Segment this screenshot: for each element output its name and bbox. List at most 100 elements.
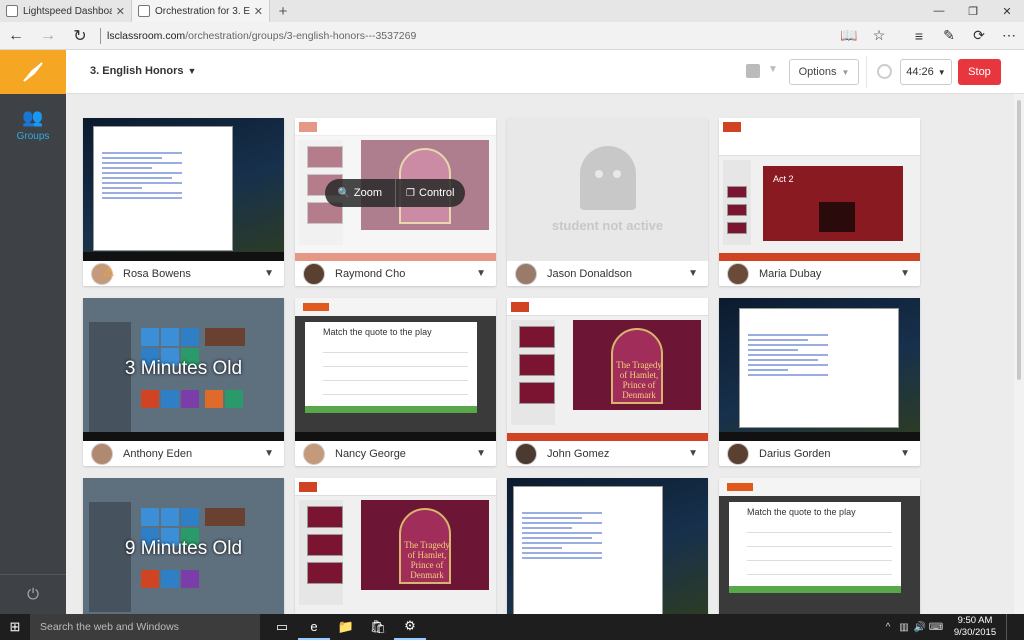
compass-logo-icon xyxy=(23,62,43,82)
divider xyxy=(866,56,867,88)
scrollbar-thumb[interactable] xyxy=(1017,100,1021,380)
lightspeed-logo[interactable] xyxy=(0,50,66,94)
student-name: Jason Donaldson xyxy=(547,267,633,280)
show-desktop-button[interactable] xyxy=(1006,614,1024,640)
screen-thumbnail[interactable] xyxy=(507,478,708,614)
screen-thumbnail[interactable]: The Tragedy of Hamlet, Prince of Denmark xyxy=(507,298,708,441)
quiz-panel-thumbnail: Match the quote to the play xyxy=(729,502,901,592)
browser-window-thumbnail xyxy=(513,486,663,614)
web-note-icon[interactable]: ✎ xyxy=(934,27,964,44)
view-toggle-icon[interactable] xyxy=(746,64,760,78)
screen-thumbnail[interactable]: The Tragedy of Hamlet, Prince of Denmark xyxy=(295,478,496,614)
quiz-title: Match the quote to the play xyxy=(747,507,856,517)
student-card[interactable]: The Tragedy of Hamlet, Prince of Denmark… xyxy=(507,298,708,466)
student-card[interactable]: Act 2 Maria Dubay ▼ xyxy=(719,118,920,286)
options-button[interactable]: Options ▼ xyxy=(789,59,859,85)
restore-icon[interactable]: ❐ xyxy=(956,0,990,22)
chevron-down-icon[interactable]: ▼ xyxy=(264,448,274,459)
screen-thumbnail[interactable]: Match the quote to the play xyxy=(719,478,920,614)
browser-tab-orchestration[interactable]: Orchestration for 3. Engl ✕ xyxy=(132,0,270,22)
avatar xyxy=(303,262,325,285)
hub-icon[interactable]: ≡ xyxy=(904,28,934,44)
screen-thumbnail[interactable] xyxy=(719,298,920,441)
settings-app-icon[interactable]: ⚙ xyxy=(394,614,426,640)
windows-start-icon[interactable]: ⊞ xyxy=(0,614,30,640)
chevron-down-icon[interactable]: ▼ xyxy=(900,268,910,279)
screen-thumbnail[interactable]: Act 2 xyxy=(719,118,920,261)
slide-thumbnail: The Tragedy of Hamlet, Prince of Denmark xyxy=(361,500,489,590)
more-icon[interactable]: ⋯ xyxy=(994,27,1024,44)
student-card[interactable] xyxy=(507,478,708,614)
screen-thumbnail[interactable]: Match the quote to the play xyxy=(295,298,496,441)
stop-button[interactable]: Stop xyxy=(958,59,1001,85)
zoom-label: Zoom xyxy=(353,187,383,199)
screen-thumbnail[interactable]: 9 Minutes Old xyxy=(83,478,284,614)
card-footer: Nancy George ▼ xyxy=(295,441,496,466)
student-card[interactable]: Match the quote to the play Nancy George… xyxy=(295,298,496,466)
screen-thumbnail[interactable]: 3 Minutes Old xyxy=(83,298,284,441)
timer-dropdown[interactable]: 44:26 ▼ xyxy=(900,59,952,85)
store-icon[interactable]: 🛍 xyxy=(362,614,394,640)
clock[interactable]: 9:50 AM 9/30/2015 xyxy=(944,615,1006,639)
stale-screenshot-label: 9 Minutes Old xyxy=(124,538,243,559)
browser-tab-dashboard[interactable]: Lightspeed Dashboard ✕ xyxy=(0,0,132,22)
student-card[interactable]: The Tragedy of Hamlet, Prince of Denmark xyxy=(295,478,496,614)
student-card[interactable]: Darius Gorden ▼ xyxy=(719,298,920,466)
student-name: Darius Gorden xyxy=(759,447,831,460)
status-bar-thumbnail xyxy=(719,253,920,261)
student-card[interactable]: ⚠ Rosa Bowens ▼ xyxy=(83,118,284,286)
screen-thumbnail[interactable] xyxy=(83,118,284,261)
chevron-down-icon[interactable]: ▼ xyxy=(264,268,274,279)
show-hidden-icons-icon[interactable]: ^ xyxy=(880,622,896,633)
file-explorer-icon[interactable]: 📁 xyxy=(330,614,362,640)
sidebar-item-groups[interactable]: 👥 Groups xyxy=(0,108,66,142)
chevron-down-icon[interactable]: ▼ xyxy=(688,448,698,459)
status-bar-thumbnail xyxy=(295,253,496,261)
network-icon[interactable]: ▥ xyxy=(896,622,912,633)
system-tray: ^ ▥ 🔊 ⌨ 9:50 AM 9/30/2015 xyxy=(880,614,1024,640)
student-card[interactable]: 3 Minutes Old Anthony Eden ▼ xyxy=(83,298,284,466)
browser-toolbar-icons: 📖 ☆ ≡ ✎ ⟳ ⋯ xyxy=(834,27,1024,44)
taskbar-search-box[interactable]: Search the web and Windows xyxy=(30,614,260,640)
control-button[interactable]: ❐ Control xyxy=(396,179,466,207)
chevron-down-icon[interactable]: ▼ xyxy=(768,64,778,75)
student-card[interactable]: 9 Minutes Old xyxy=(83,478,284,614)
favorite-star-icon[interactable]: ☆ xyxy=(864,27,894,44)
progress-bar-thumbnail xyxy=(305,406,477,413)
power-icon[interactable]: ⏻ xyxy=(0,574,66,614)
url-field[interactable]: lsclassroom.com/orchestration/groups/3-e… xyxy=(107,30,834,42)
close-window-icon[interactable]: ✕ xyxy=(990,0,1024,22)
reading-view-icon[interactable]: 📖 xyxy=(834,27,864,44)
back-arrow-icon[interactable]: ← xyxy=(0,22,32,50)
new-tab-button[interactable]: + xyxy=(270,0,296,22)
slides-pane-thumbnail xyxy=(723,160,751,245)
ghost-icon xyxy=(579,146,636,210)
search-results-thumbnail xyxy=(748,331,828,379)
chevron-down-icon[interactable]: ▼ xyxy=(476,448,486,459)
share-icon[interactable]: ⟳ xyxy=(964,27,994,44)
chevron-down-icon[interactable]: ▼ xyxy=(900,448,910,459)
class-selector[interactable]: 3. English Honors ▼ xyxy=(90,65,196,77)
chevron-down-icon[interactable]: ▼ xyxy=(476,268,486,279)
forward-arrow-icon[interactable]: → xyxy=(32,22,64,50)
student-card[interactable]: 🔍 Zoom ❐ Control Raymond Cho ▼ xyxy=(295,118,496,286)
chevron-down-icon[interactable]: ▼ xyxy=(688,268,698,279)
tab-close-icon[interactable]: ✕ xyxy=(116,5,125,18)
refresh-icon[interactable]: ↻ xyxy=(64,22,96,50)
student-card[interactable]: Match the quote to the play xyxy=(719,478,920,614)
zoom-button[interactable]: 🔍 Zoom xyxy=(325,179,395,207)
tab-label: Orchestration for 3. Engl xyxy=(155,5,250,17)
scrollbar[interactable] xyxy=(1014,94,1024,614)
tab-close-icon[interactable]: ✕ xyxy=(254,5,263,18)
minimize-icon[interactable]: — xyxy=(922,0,956,22)
slide-title: The Tragedy of Hamlet, Prince of Denmark xyxy=(616,360,662,400)
volume-icon[interactable]: 🔊 xyxy=(912,622,928,633)
taskbar-apps: ▭ e 📁 🛍 ⚙ xyxy=(266,614,426,640)
status-bar-thumbnail xyxy=(507,433,708,441)
divider xyxy=(100,27,101,44)
keyboard-icon[interactable]: ⌨ xyxy=(928,622,944,633)
edge-browser-icon[interactable]: e xyxy=(298,614,330,640)
student-card[interactable]: student not active Jason Donaldson ▼ xyxy=(507,118,708,286)
control-icon: ❐ xyxy=(406,187,415,199)
task-view-icon[interactable]: ▭ xyxy=(266,614,298,640)
